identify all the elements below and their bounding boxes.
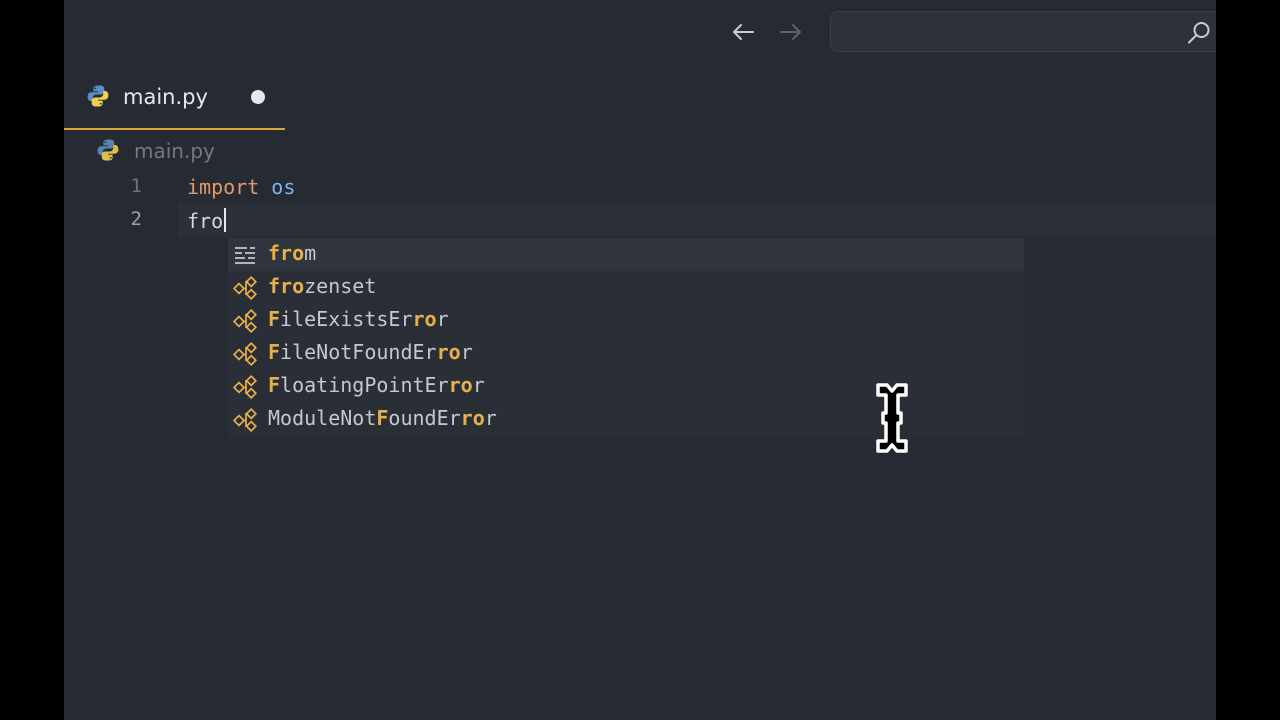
suggestion-item[interactable]: FileNotFoundError [228,337,1024,370]
class-icon [233,276,257,300]
code-keyword: import [187,175,260,199]
suggestion-label: FloatingPointError [268,373,485,397]
text-cursor-icon [876,383,908,453]
text-caret [224,208,227,232]
current-line-highlight [178,203,1216,237]
breadcrumb-file[interactable]: main.py [134,139,215,163]
suggestion-item[interactable]: FileExistsError [228,304,1024,337]
line-number: 2 [130,208,142,230]
keyword-icon [235,247,255,264]
suggestion-label: ModuleNotFoundError [268,406,497,430]
class-icon [233,408,257,432]
tab-main-py[interactable]: main.py [64,70,285,130]
code-text: fro [187,209,224,233]
unsaved-dot-icon[interactable] [251,90,265,104]
class-icon [233,375,257,399]
search-input[interactable] [841,20,1175,46]
class-icon [233,342,257,366]
code-line[interactable]: import os [187,175,295,199]
editor-window: main.py main.py 1 2 import os fro from fr… [64,0,1216,720]
suggestion-label: FileExistsError [268,307,449,331]
suggestion-item[interactable]: frozenset [228,271,1024,304]
suggestion-label: FileNotFoundError [268,340,473,364]
suggestion-label: from [268,241,317,265]
class-icon [233,309,257,333]
arrow-right-icon [780,24,801,40]
tab-title: main.py [123,85,208,109]
python-icon [87,85,109,107]
search-icon[interactable] [1186,20,1212,46]
forward-button[interactable] [775,16,807,48]
code-line[interactable]: fro [187,208,227,233]
suggestion-label: frozenset [268,274,377,298]
suggestion-item[interactable]: from [228,238,1024,271]
line-number: 1 [130,175,142,197]
arrow-left-icon [733,24,754,40]
python-icon [97,139,119,161]
active-tab-indicator [64,128,285,130]
back-button[interactable] [727,16,759,48]
search-box[interactable] [830,11,1216,52]
code-module: os [259,175,296,199]
